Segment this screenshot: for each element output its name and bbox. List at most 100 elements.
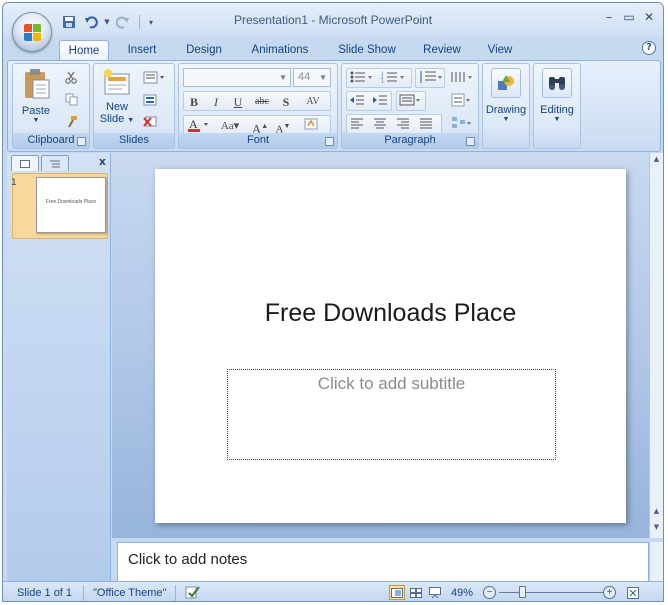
slide-tab-icon xyxy=(20,159,30,168)
paragraph-launcher-icon[interactable] xyxy=(466,137,475,146)
shapes-icon xyxy=(498,75,514,90)
increase-indent-icon[interactable] xyxy=(370,92,390,110)
text-direction-icon[interactable] xyxy=(397,92,425,110)
align-left-icon[interactable] xyxy=(347,115,367,133)
copy-icon[interactable] xyxy=(61,90,81,108)
font-name-combo[interactable]: ▼ xyxy=(183,68,291,87)
outline-tab[interactable] xyxy=(41,155,69,171)
drawing-button[interactable]: Drawing ▼ xyxy=(484,68,528,130)
columns-icon[interactable] xyxy=(448,69,476,87)
tab-view[interactable]: View xyxy=(478,40,522,62)
align-text-icon[interactable] xyxy=(450,92,474,110)
slide-title[interactable]: Free Downloads Place xyxy=(155,299,626,328)
paste-label: Paste xyxy=(21,105,51,117)
notes-pane[interactable]: Click to add notes xyxy=(117,542,649,582)
text-shadow-icon[interactable]: S xyxy=(276,92,296,110)
bold-icon[interactable]: B xyxy=(184,92,204,110)
zoom-level[interactable]: 49% xyxy=(451,587,473,599)
justify-icon[interactable] xyxy=(416,115,436,133)
tab-review[interactable]: Review xyxy=(417,40,467,62)
fit-to-window-icon[interactable] xyxy=(625,585,641,600)
zoom-in-icon[interactable]: + xyxy=(603,586,616,599)
zoom-out-icon[interactable]: − xyxy=(483,586,496,599)
delete-slide-icon[interactable] xyxy=(140,112,160,130)
paste-button[interactable]: Paste ▼ xyxy=(17,68,55,128)
tab-slide-show[interactable]: Slide Show xyxy=(330,40,404,62)
outline-tab-icon xyxy=(50,160,60,167)
font-group: ▼ 44 ▼ B I U abc S AV A Aa▾ A▲ A▼ Font xyxy=(178,63,338,149)
italic-icon[interactable]: I xyxy=(206,92,226,110)
slide-show-view-icon[interactable] xyxy=(427,585,443,600)
tab-design[interactable]: Design xyxy=(179,40,229,62)
clear-formatting-icon[interactable] xyxy=(299,116,323,134)
slides-group-label: Slides xyxy=(94,133,174,148)
normal-view-icon[interactable] xyxy=(389,585,405,600)
notes-scrollbar[interactable] xyxy=(649,542,663,582)
font-size-combo[interactable]: 44 ▼ xyxy=(293,68,331,87)
next-slide-icon[interactable]: ▼ xyxy=(652,523,661,532)
previous-slide-icon[interactable]: ▲ xyxy=(652,507,661,516)
restore-icon[interactable]: ▭ xyxy=(623,10,635,24)
office-button[interactable] xyxy=(12,12,52,52)
underline-icon[interactable]: U xyxy=(228,92,248,110)
bullets-icon[interactable] xyxy=(347,69,377,87)
paste-icon xyxy=(25,69,50,99)
svg-text:A: A xyxy=(189,117,198,131)
window-controls: – ▭ ✕ xyxy=(603,10,655,24)
window-title: Presentation1 - Microsoft PowerPoint xyxy=(233,13,433,27)
align-right-icon[interactable] xyxy=(393,115,413,133)
format-painter-icon[interactable] xyxy=(61,112,81,130)
align-center-icon[interactable] xyxy=(370,115,390,133)
help-icon[interactable]: ? xyxy=(642,41,656,55)
editing-dropdown-icon: ▼ xyxy=(553,116,561,123)
notes-placeholder: Click to add notes xyxy=(128,551,248,568)
new-slide-label-line2: Slide ▼ xyxy=(97,113,137,125)
powerpoint-window: ▼ ▾ Presentation1 - Microsoft PowerPoint… xyxy=(2,2,664,602)
decrease-indent-icon[interactable] xyxy=(347,92,367,110)
numbering-icon[interactable]: 123 xyxy=(379,69,409,87)
shrink-font-icon[interactable]: A▼ xyxy=(272,116,294,136)
zoom-slider[interactable] xyxy=(499,592,603,593)
line-spacing-icon[interactable] xyxy=(416,69,444,87)
font-color-icon[interactable]: A xyxy=(185,116,211,134)
spelling-check-icon[interactable] xyxy=(185,585,201,601)
convert-smartart-icon[interactable] xyxy=(450,115,474,133)
pane-tabs: x xyxy=(9,153,112,171)
grow-font-icon[interactable]: A▲ xyxy=(249,116,271,136)
font-launcher-icon[interactable] xyxy=(325,137,334,146)
new-slide-button[interactable]: New Slide ▼ xyxy=(97,68,137,130)
slide-canvas[interactable]: Free Downloads Place Click to add subtit… xyxy=(155,169,626,523)
minimize-icon[interactable]: – xyxy=(603,10,615,24)
paragraph-group-label: Paragraph xyxy=(342,133,478,148)
tab-animations[interactable]: Animations xyxy=(243,40,317,62)
zoom-slider-thumb[interactable] xyxy=(519,586,526,598)
ribbon-tabs: Home Insert Design Animations Slide Show… xyxy=(3,37,663,62)
theme-name[interactable]: "Office Theme" xyxy=(93,587,166,599)
layout-icon[interactable] xyxy=(140,68,168,86)
strikethrough-icon[interactable]: abc xyxy=(250,92,274,110)
svg-text:3: 3 xyxy=(381,80,384,84)
tab-insert[interactable]: Insert xyxy=(118,40,166,62)
pane-close-icon[interactable]: x xyxy=(99,155,106,168)
clipboard-launcher-icon[interactable] xyxy=(77,137,86,146)
slide-sorter-view-icon[interactable] xyxy=(408,585,424,600)
scroll-up-icon[interactable]: ▲ xyxy=(652,155,661,164)
character-spacing-icon[interactable]: AV xyxy=(299,92,327,110)
slide-thumbnail[interactable]: 1 Free Downloads Place xyxy=(11,173,108,239)
subtitle-placeholder-box[interactable]: Click to add subtitle xyxy=(227,369,556,460)
office-logo-icon xyxy=(24,24,42,42)
change-case-icon[interactable]: Aa▾ xyxy=(215,116,245,134)
status-separator xyxy=(83,585,84,601)
cut-icon[interactable] xyxy=(61,68,81,86)
slides-tab[interactable] xyxy=(11,155,39,171)
editing-button[interactable]: Editing ▼ xyxy=(535,68,579,130)
reset-slide-icon[interactable] xyxy=(140,90,160,108)
ribbon: Paste ▼ Clipboard New Slide ▼ Slides ▼ 4… xyxy=(7,60,661,152)
slide-thumbnail-number: 1 xyxy=(11,178,17,188)
tab-home[interactable]: Home xyxy=(59,40,109,62)
editing-group: Editing ▼ xyxy=(533,63,581,149)
vertical-scrollbar[interactable]: ▲ ▲ ▼ xyxy=(649,153,663,538)
close-icon[interactable]: ✕ xyxy=(643,10,655,24)
slide-thumbnail-title: Free Downloads Place xyxy=(45,199,97,205)
font-name-dropdown-icon: ▼ xyxy=(279,73,287,82)
